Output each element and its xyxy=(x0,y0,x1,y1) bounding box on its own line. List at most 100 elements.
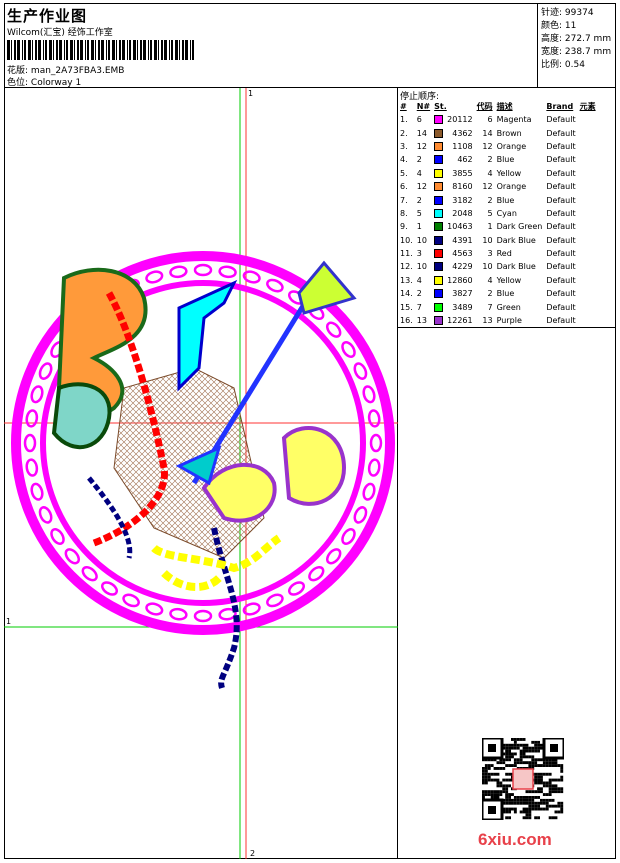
row-stitches: 4362 xyxy=(452,128,473,138)
row-code: 6 xyxy=(487,115,493,125)
row-element xyxy=(578,287,598,300)
stat-scale: 比例: 0.54 xyxy=(541,57,585,70)
row-needle: 2 xyxy=(416,289,422,299)
color-swatch xyxy=(434,141,444,151)
row-element xyxy=(578,207,598,220)
table-row: 6. 12 8160 12 Orange Default xyxy=(398,180,598,193)
stat-width: 宽度: 238.7 mm xyxy=(541,44,611,57)
stat-label: 高度: xyxy=(541,34,563,44)
row-brand: Default xyxy=(546,155,576,165)
arrow-head xyxy=(297,260,357,315)
row-code: 4 xyxy=(487,168,493,178)
stat-value: 99374 xyxy=(564,8,594,18)
letter-f xyxy=(177,279,238,392)
row-brand: Default xyxy=(546,115,576,125)
row-needle: 4 xyxy=(416,275,422,285)
row-code: 13 xyxy=(482,316,493,326)
row-stitches: 3855 xyxy=(452,168,473,178)
row-description: Brown xyxy=(496,128,522,138)
row-needle: 7 xyxy=(416,302,422,312)
row-needle: 6 xyxy=(416,115,422,125)
row-element xyxy=(578,180,598,193)
color-swatch xyxy=(434,128,444,138)
stop-sequence-table: # N# St. 代码 描述 Brand 元素 1. 6 20112 6 Magenta… xyxy=(398,100,598,327)
col-description: 描述 xyxy=(496,102,513,111)
row-description: Yellow xyxy=(496,275,522,285)
col-brand: Brand xyxy=(546,102,574,111)
row-index: 2. xyxy=(400,128,408,138)
color-swatch xyxy=(434,235,444,245)
row-description: Yellow xyxy=(496,168,522,178)
stat-colors: 颜色: 11 xyxy=(541,18,576,31)
row-stitches: 4563 xyxy=(452,249,473,259)
row-element xyxy=(578,140,598,153)
row-index: 11. xyxy=(400,249,413,259)
row-index: 1. xyxy=(400,115,408,125)
row-element xyxy=(578,167,598,180)
row-code: 5 xyxy=(487,208,493,218)
row-description: Orange xyxy=(496,141,527,151)
row-description: Dark Green xyxy=(496,222,543,232)
row-index: 10. xyxy=(400,235,413,245)
row-brand: Default xyxy=(546,128,576,138)
yellow-chain-2 xyxy=(161,570,222,592)
color-swatch xyxy=(434,289,444,299)
row-index: 4. xyxy=(400,155,408,165)
table-row: 5. 4 3855 4 Yellow Default xyxy=(398,167,598,180)
row-swatch xyxy=(432,140,445,153)
color-swatch xyxy=(434,115,444,125)
row-needle: 2 xyxy=(416,155,422,165)
row-stitches: 3827 xyxy=(452,289,473,299)
row-swatch xyxy=(432,126,445,139)
stat-label: 颜色: xyxy=(541,21,563,31)
row-element xyxy=(578,274,598,287)
color-swatch xyxy=(434,155,444,165)
row-stitches: 10463 xyxy=(447,222,473,232)
colorway-label: 色位: xyxy=(7,78,29,88)
row-description: Red xyxy=(496,249,512,259)
color-swatch xyxy=(434,275,444,285)
row-description: Orange xyxy=(496,182,527,192)
row-code: 4 xyxy=(487,275,493,285)
col-element: 元素 xyxy=(579,102,596,111)
row-element xyxy=(578,314,598,327)
row-needle: 14 xyxy=(416,128,427,138)
row-needle: 12 xyxy=(416,141,427,151)
row-brand: Default xyxy=(546,262,576,272)
row-needle: 10 xyxy=(416,235,427,245)
row-element xyxy=(578,113,598,126)
col-code: 代码 xyxy=(476,102,493,111)
qr-code-image xyxy=(482,738,564,820)
color-swatch xyxy=(434,316,444,326)
row-index: 5. xyxy=(400,168,408,178)
stat-value: 0.54 xyxy=(564,60,585,70)
design-preview-area[interactable]: 1 2 1 xyxy=(4,88,398,859)
row-stitches: 4229 xyxy=(452,262,473,272)
row-element xyxy=(578,153,598,166)
row-code: 10 xyxy=(482,262,493,272)
table-row: 12. 10 4229 10 Dark Blue Default xyxy=(398,260,598,273)
row-stitches: 3182 xyxy=(452,195,473,205)
stop-sequence-panel: 停止顺序: # N# St. 代码 描述 Brand 元素 1. 6 20112 6 M… xyxy=(398,88,616,328)
row-brand: Default xyxy=(546,316,576,326)
table-row: 10. 10 4391 10 Dark Blue Default xyxy=(398,234,598,247)
row-brand: Default xyxy=(546,289,576,299)
stat-label: 比例: xyxy=(541,60,563,70)
table-row: 1. 6 20112 6 Magenta Default xyxy=(398,113,598,126)
row-stitches: 2048 xyxy=(452,208,473,218)
row-code: 2 xyxy=(487,155,493,165)
row-description: Cyan xyxy=(496,208,517,218)
row-swatch xyxy=(432,287,445,300)
row-element xyxy=(578,193,598,206)
table-row: 2. 14 4362 14 Brown Default xyxy=(398,126,598,139)
row-swatch xyxy=(432,220,445,233)
colorway-line: 色位: Colorway 1 xyxy=(7,75,81,88)
row-needle: 13 xyxy=(416,316,427,326)
row-description: Dark Blue xyxy=(496,235,536,245)
row-swatch xyxy=(432,167,445,180)
table-row: 9. 1 10463 1 Dark Green Default xyxy=(398,220,598,233)
row-swatch xyxy=(432,314,445,327)
stat-value: 11 xyxy=(564,21,577,31)
row-swatch xyxy=(432,193,445,206)
color-swatch xyxy=(434,262,444,272)
